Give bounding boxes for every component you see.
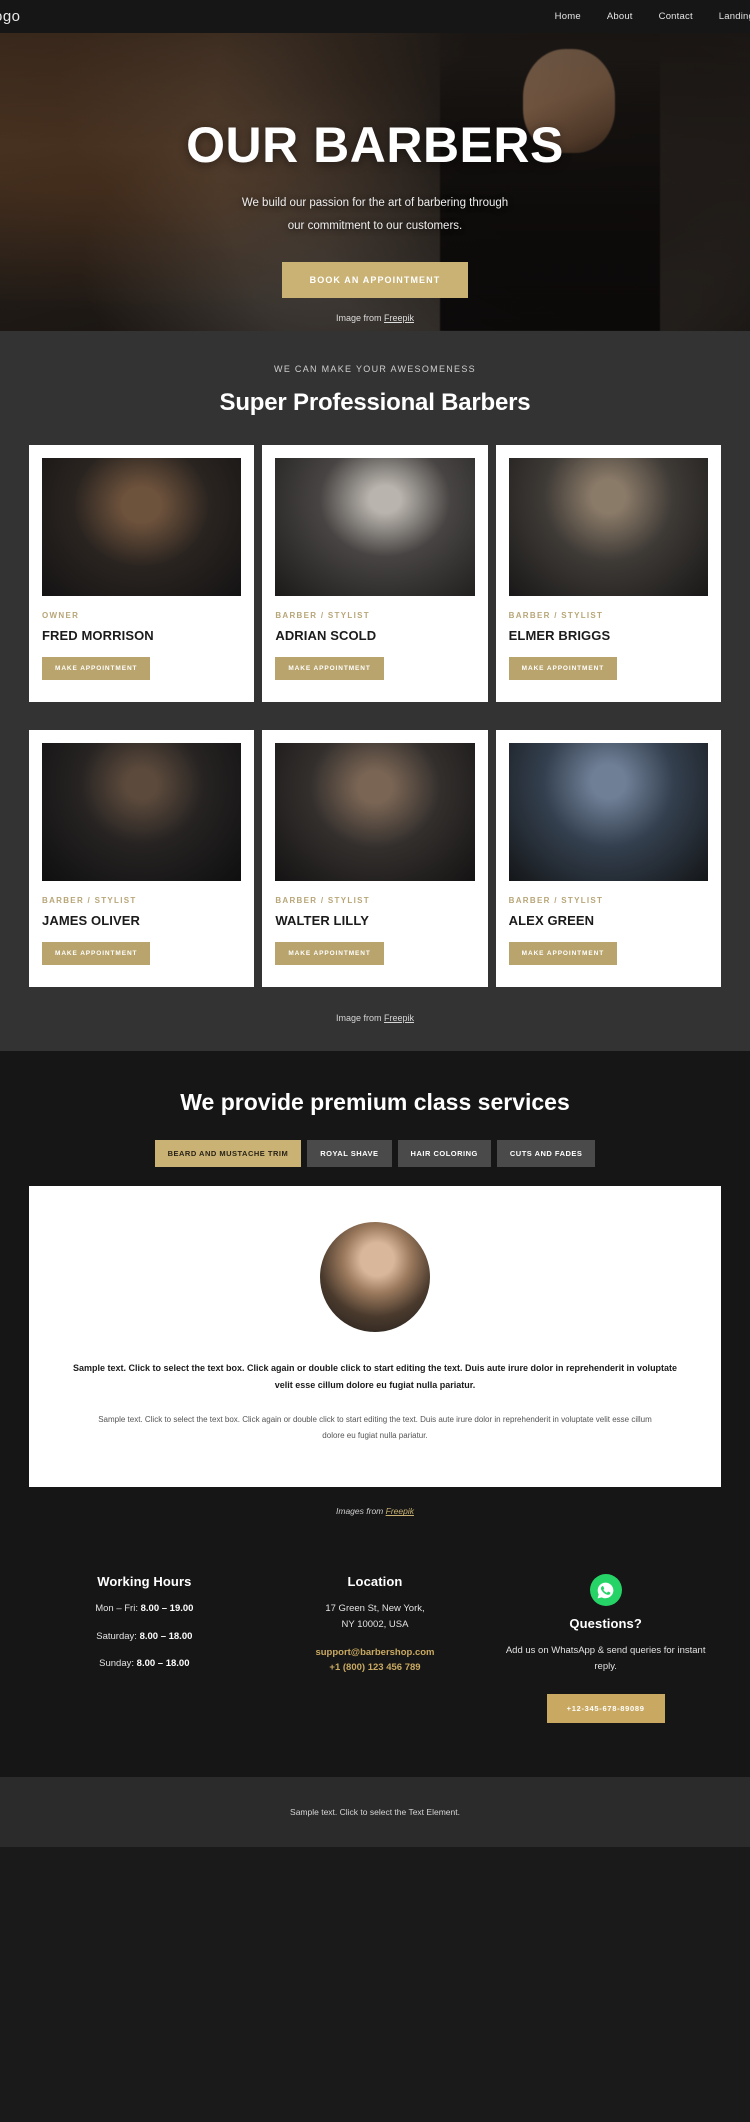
hero-credit-link[interactable]: Freepik	[384, 313, 414, 323]
nav-item-contact[interactable]: Contact	[659, 11, 693, 22]
working-hours-value: 8.00 – 18.00	[139, 1630, 193, 1642]
nav-item-about[interactable]: About	[607, 11, 633, 22]
questions-title: Questions?	[569, 1616, 642, 1632]
services-credit-prefix: Images from	[336, 1506, 386, 1517]
barber-card[interactable]: BARBER / STYLIST ALEX GREEN MAKE APPOINT…	[495, 730, 721, 987]
site-footer: Sample text. Click to select the Text El…	[0, 1776, 750, 1847]
services-section: We provide premium class services BEARD …	[0, 1051, 750, 1777]
barber-photo	[508, 458, 708, 596]
whatsapp-phone-button[interactable]: +12-345-678-89089	[546, 1693, 665, 1723]
address-line-1: 17 Green St, New York,	[325, 1603, 425, 1615]
barbers-image-credit: Image from Freepik	[0, 1013, 750, 1023]
barber-photo	[508, 743, 708, 881]
barber-name: ALEX GREEN	[508, 913, 595, 928]
services-title: We provide premium class services	[180, 1089, 570, 1115]
tab-beard-and-mustache-trim[interactable]: BEARD AND MUSTACHE TRIM	[154, 1140, 302, 1167]
hero-image-credit: Image from Freepik	[0, 313, 750, 323]
footer-text: Sample text. Click to select the Text El…	[290, 1806, 460, 1817]
whatsapp-icon[interactable]	[589, 1574, 622, 1607]
barber-role: BARBER / STYLIST	[275, 611, 370, 620]
barbers-grid-row-1: OWNER FRED MORRISON MAKE APPOINTMENT BAR…	[0, 445, 750, 702]
working-hours-label: Sunday:	[99, 1657, 137, 1669]
barber-card[interactable]: BARBER / STYLIST JAMES OLIVER MAKE APPOI…	[29, 730, 255, 987]
service-lead-text: Sample text. Click to select the text bo…	[72, 1363, 678, 1390]
make-appointment-button[interactable]: MAKE APPOINTMENT	[42, 657, 151, 680]
barbers-title: Super Professional Barbers	[219, 389, 531, 416]
main-navigation: Home About Contact Landing	[555, 11, 750, 22]
working-hours-value: 8.00 – 18.00	[136, 1657, 190, 1669]
barbers-grid-row-2: BARBER / STYLIST JAMES OLIVER MAKE APPOI…	[0, 730, 750, 987]
service-panel: Sample text. Click to select the text bo…	[29, 1186, 721, 1488]
service-avatar	[320, 1222, 430, 1332]
address-line-2: NY 10002, USA	[341, 1619, 409, 1631]
questions-text: Add us on WhatsApp & send queries for in…	[505, 1645, 706, 1672]
hero-subtitle-line-1: We build our passion for the art of barb…	[241, 196, 509, 209]
make-appointment-button[interactable]: MAKE APPOINTMENT	[42, 942, 151, 965]
barber-role: BARBER / STYLIST	[508, 611, 604, 620]
nav-item-landing[interactable]: Landing	[719, 11, 750, 22]
make-appointment-button[interactable]: MAKE APPOINTMENT	[275, 942, 384, 965]
barber-name: ELMER BRIGGS	[508, 628, 611, 643]
working-hours-row: Sunday: 8.00 – 18.00	[34, 1656, 255, 1671]
hero-title: OUR BARBERS	[186, 117, 564, 173]
barber-role: BARBER / STYLIST	[42, 896, 137, 905]
site-logo[interactable]: ogo	[0, 8, 21, 25]
barber-card[interactable]: OWNER FRED MORRISON MAKE APPOINTMENT	[29, 445, 255, 702]
barber-card[interactable]: BARBER / STYLIST WALTER LILLY MAKE APPOI…	[262, 730, 488, 987]
barber-card[interactable]: BARBER / STYLIST ELMER BRIGGS MAKE APPOI…	[495, 445, 721, 702]
working-hours-row: Mon – Fri: 8.00 – 19.00	[34, 1601, 255, 1616]
questions-column: Questions? Add us on WhatsApp & send que…	[495, 1574, 716, 1723]
barber-role: OWNER	[42, 611, 80, 620]
barbers-credit-prefix: Image from	[335, 1013, 384, 1023]
working-hours-label: Mon – Fri:	[95, 1603, 141, 1615]
barber-name: JAMES OLIVER	[42, 913, 140, 928]
barber-name: FRED MORRISON	[42, 628, 154, 643]
services-credit-link[interactable]: Freepik	[386, 1506, 414, 1516]
make-appointment-button[interactable]: MAKE APPOINTMENT	[508, 942, 618, 965]
barber-role: BARBER / STYLIST	[275, 896, 370, 905]
barber-name: WALTER LILLY	[275, 913, 369, 928]
services-image-credit: Images from Freepik	[0, 1506, 750, 1516]
hero-credit-prefix: Image from	[335, 312, 384, 323]
working-hours-title: Working Hours	[97, 1574, 192, 1590]
support-email-link[interactable]: support@barbershop.com	[265, 1647, 486, 1658]
working-hours-label: Saturday:	[96, 1630, 140, 1642]
working-hours-row: Saturday: 8.00 – 18.00	[34, 1629, 255, 1644]
nav-item-home[interactable]: Home	[555, 11, 581, 22]
barber-photo	[275, 458, 475, 596]
site-header: ogo Home About Contact Landing	[0, 0, 750, 33]
book-appointment-button[interactable]: BOOK AN APPOINTMENT	[281, 261, 469, 298]
location-address: 17 Green St, New York, NY 10002, USA	[265, 1601, 486, 1632]
barbers-credit-link[interactable]: Freepik	[384, 1013, 414, 1023]
location-column: Location 17 Green St, New York, NY 10002…	[265, 1574, 486, 1722]
working-hours-column: Working Hours Mon – Fri: 8.00 – 19.00 Sa…	[34, 1574, 255, 1722]
barber-name: ADRIAN SCOLD	[275, 628, 377, 643]
hero-section: OUR BARBERS We build our passion for the…	[0, 33, 750, 331]
make-appointment-button[interactable]: MAKE APPOINTMENT	[275, 657, 384, 680]
info-columns: Working Hours Mon – Fri: 8.00 – 19.00 Sa…	[0, 1516, 750, 1777]
hero-subtitle: We build our passion for the art of barb…	[0, 192, 750, 238]
barber-photo	[42, 743, 242, 881]
barbers-section: WE CAN MAKE YOUR AWESOMENESS Super Profe…	[0, 331, 750, 1051]
working-hours-value: 8.00 – 19.00	[140, 1603, 194, 1615]
tab-royal-shave[interactable]: ROYAL SHAVE	[307, 1140, 392, 1167]
make-appointment-button[interactable]: MAKE APPOINTMENT	[508, 657, 618, 680]
support-phone-link[interactable]: +1 (800) 123 456 789	[265, 1662, 486, 1673]
barber-role: BARBER / STYLIST	[508, 896, 604, 905]
barbers-eyebrow: WE CAN MAKE YOUR AWESOMENESS	[274, 364, 476, 374]
barber-photo	[275, 743, 475, 881]
tab-hair-coloring[interactable]: HAIR COLORING	[397, 1140, 491, 1167]
location-title: Location	[347, 1574, 403, 1590]
barber-photo	[42, 458, 242, 596]
services-tabs: BEARD AND MUSTACHE TRIM ROYAL SHAVE HAIR…	[0, 1140, 750, 1167]
barber-card[interactable]: BARBER / STYLIST ADRIAN SCOLD MAKE APPOI…	[262, 445, 488, 702]
service-body-text: Sample text. Click to select the text bo…	[98, 1415, 652, 1440]
tab-cuts-and-fades[interactable]: CUTS AND FADES	[496, 1140, 596, 1167]
hero-subtitle-line-2: our commitment to our customers.	[287, 219, 463, 232]
